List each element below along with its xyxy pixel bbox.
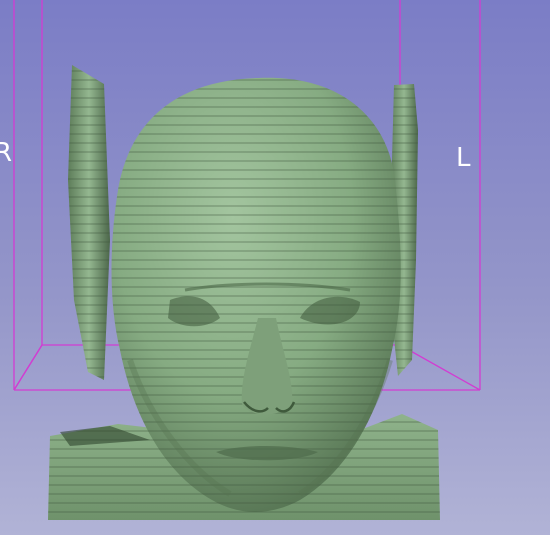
orientation-label-right: R — [0, 138, 13, 168]
3d-viewport[interactable]: R L — [0, 0, 550, 535]
ear-flap-right — [68, 65, 110, 380]
3d-scene[interactable] — [0, 0, 550, 535]
bounding-box-front — [13, 344, 43, 391]
orientation-label-left: L — [456, 143, 471, 173]
